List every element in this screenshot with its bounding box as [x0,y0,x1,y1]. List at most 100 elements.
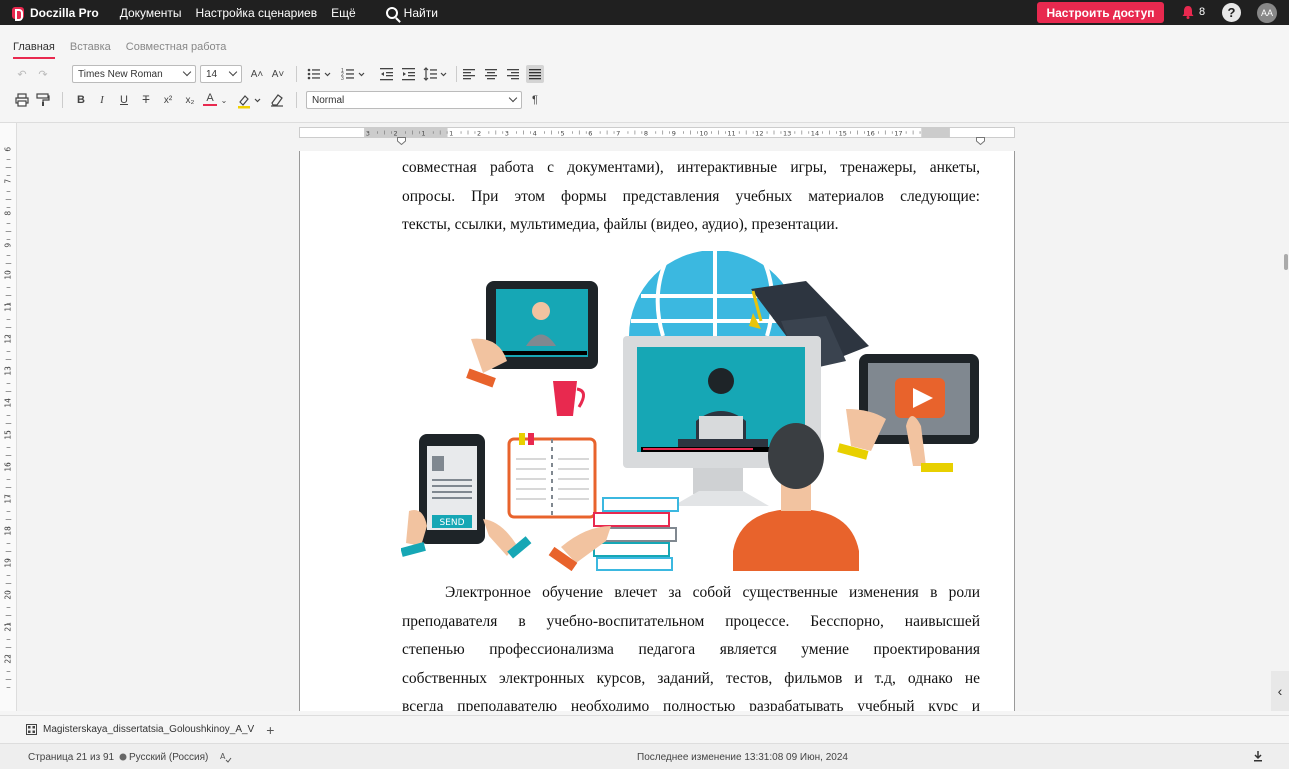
ruler-tick-label: 16 [866,129,874,137]
ruler-tick-label: 21 [3,622,12,632]
print-icon[interactable] [15,93,29,107]
ruler-tick-label: 5 [560,129,564,137]
format-painter-icon[interactable] [36,93,50,107]
ruler-tick-label: 10 [700,129,708,137]
divider [296,92,297,108]
font-family-value: Times New Roman [78,68,163,80]
scrollbar-thumb[interactable] [1284,254,1288,270]
text-line: тексты, ссылки, мультимедиа, файлы (виде… [402,216,839,233]
align-justify-icon[interactable] [526,65,544,83]
indent-marker-icon[interactable] [397,137,406,145]
decrease-indent-icon[interactable] [380,67,394,81]
tab-home[interactable]: Главная [13,41,55,59]
search-label: Найти [403,5,438,20]
ruler-tick-label: 3 [366,129,370,137]
pilcrow-button[interactable]: ¶ [529,93,541,107]
font-color-button[interactable]: A [203,92,217,106]
search-button[interactable]: Найти [385,5,438,20]
configure-access-button[interactable]: Настроить доступ [1037,2,1164,23]
bold-button[interactable]: B [74,93,88,107]
file-tab-name[interactable]: Magisterskaya_dissertatsia_Goloushkinoy_… [43,724,254,735]
ruler-tick-label: 13 [783,129,791,137]
chevron-left-icon[interactable]: ‹ [1271,671,1289,711]
e-learning-illustration: SEND [401,251,979,571]
ruler-tick-label: 20 [3,590,12,600]
style-select[interactable]: Normal [306,91,522,109]
underline-button[interactable]: U [117,93,131,107]
numbered-list-icon[interactable]: 123 [341,67,367,81]
increase-indent-icon[interactable] [402,67,416,81]
text-line: Электронное обучение влечет за собой сущ… [445,584,980,601]
superscript-button[interactable]: x² [160,93,176,107]
tab-insert[interactable]: Вставка [70,41,111,59]
menu-scenarios[interactable]: Настройка сценариев [196,6,318,20]
spellcheck-icon[interactable]: A [220,751,232,763]
language-selector[interactable]: Русский (Россия) [129,752,208,763]
grow-font-icon[interactable]: A˄ [250,67,264,81]
app-logo[interactable]: Doczilla Pro [12,6,99,21]
ruler-tick-label: 22 [3,654,12,664]
ruler-tick-label: 14 [811,129,819,137]
strikethrough-button[interactable]: T [139,93,153,107]
ruler-tick-label: 9 [672,129,676,137]
globe-icon [119,753,127,761]
ruler-tick-label: 7 [616,129,620,137]
right-indent-marker-icon[interactable] [976,137,985,145]
italic-button[interactable]: I [95,93,109,107]
ruler-tick-label: 2 [477,129,481,137]
ruler-tick-label: 19 [3,558,12,568]
font-size-value: 14 [206,68,218,80]
doczilla-logo-icon [12,6,24,21]
subscript-button[interactable]: x₂ [182,93,198,107]
notifications-count: 8 [1199,6,1206,18]
document-grid-icon [26,724,37,735]
clear-format-icon[interactable] [270,93,284,107]
help-icon[interactable]: ? [1222,3,1241,22]
ruler-tick-label: 8 [3,211,12,216]
document-page[interactable]: совместная работа с документами), интера… [299,151,1015,711]
chevron-down-icon [508,93,518,103]
ruler-tick-label: 7 [3,179,12,184]
avatar[interactable]: AA [1257,3,1277,23]
font-family-select[interactable]: Times New Roman [72,65,196,83]
search-icon [385,6,398,19]
menu-documents[interactable]: Документы [120,6,182,20]
shrink-font-icon[interactable]: A˅ [271,67,285,81]
ruler-tick-label: 17 [894,129,902,137]
horizontal-ruler: 3 2 1 1 2 3 4 5 6 7 8 9 10 11 12 13 14 15 16 17 [299,127,1015,138]
highlight-icon[interactable] [237,93,263,109]
font-size-select[interactable]: 14 [200,65,242,83]
ruler-tick-label: 8 [644,129,648,137]
ruler-margin [921,128,950,137]
ruler-tick-label: 12 [755,129,763,137]
ruler-tick-label: 18 [3,526,12,536]
text-line: собственных электронных курсов, заданий,… [402,669,980,687]
tab-collaboration[interactable]: Совместная работа [126,41,227,59]
chevron-down-icon[interactable]: ⌄ [219,93,229,107]
ruler-tick-label: 15 [839,129,847,137]
page-counter: Страница 21 из 91 [28,752,115,763]
vertical-ruler: 6 7 8 9 10 11 12 13 14 15 16 17 18 19 20 21 22 [0,123,17,711]
redo-icon[interactable]: ↷ [36,67,50,81]
divider [296,66,297,82]
ruler-tick-label: 1 [421,129,425,137]
chevron-down-icon [228,67,238,77]
style-value: Normal [312,94,345,106]
download-icon[interactable] [1253,751,1263,762]
bell-icon[interactable] [1181,5,1195,19]
ribbon-tabs: Главная Вставка Совместная работа [13,41,241,59]
add-tab-button[interactable]: + [266,722,274,738]
ruler-margin [364,128,448,137]
align-center-icon[interactable] [485,67,498,81]
menu-more[interactable]: Ещё [331,6,356,20]
align-right-icon[interactable] [507,67,520,81]
ruler-tick-label: 16 [3,462,12,472]
align-left-icon[interactable] [463,67,476,81]
status-bar: Страница 21 из 91 Русский (Россия) A Пос… [0,743,1289,769]
ruler-tick-label: 3 [505,129,509,137]
line-spacing-icon[interactable] [423,67,449,81]
text-line: преподавателя в учебно-воспитательном пр… [402,612,980,630]
undo-icon[interactable]: ↶ [15,67,29,81]
text-line: всегда преподавателю необходимо полность… [402,698,980,711]
bullet-list-icon[interactable] [307,67,333,81]
